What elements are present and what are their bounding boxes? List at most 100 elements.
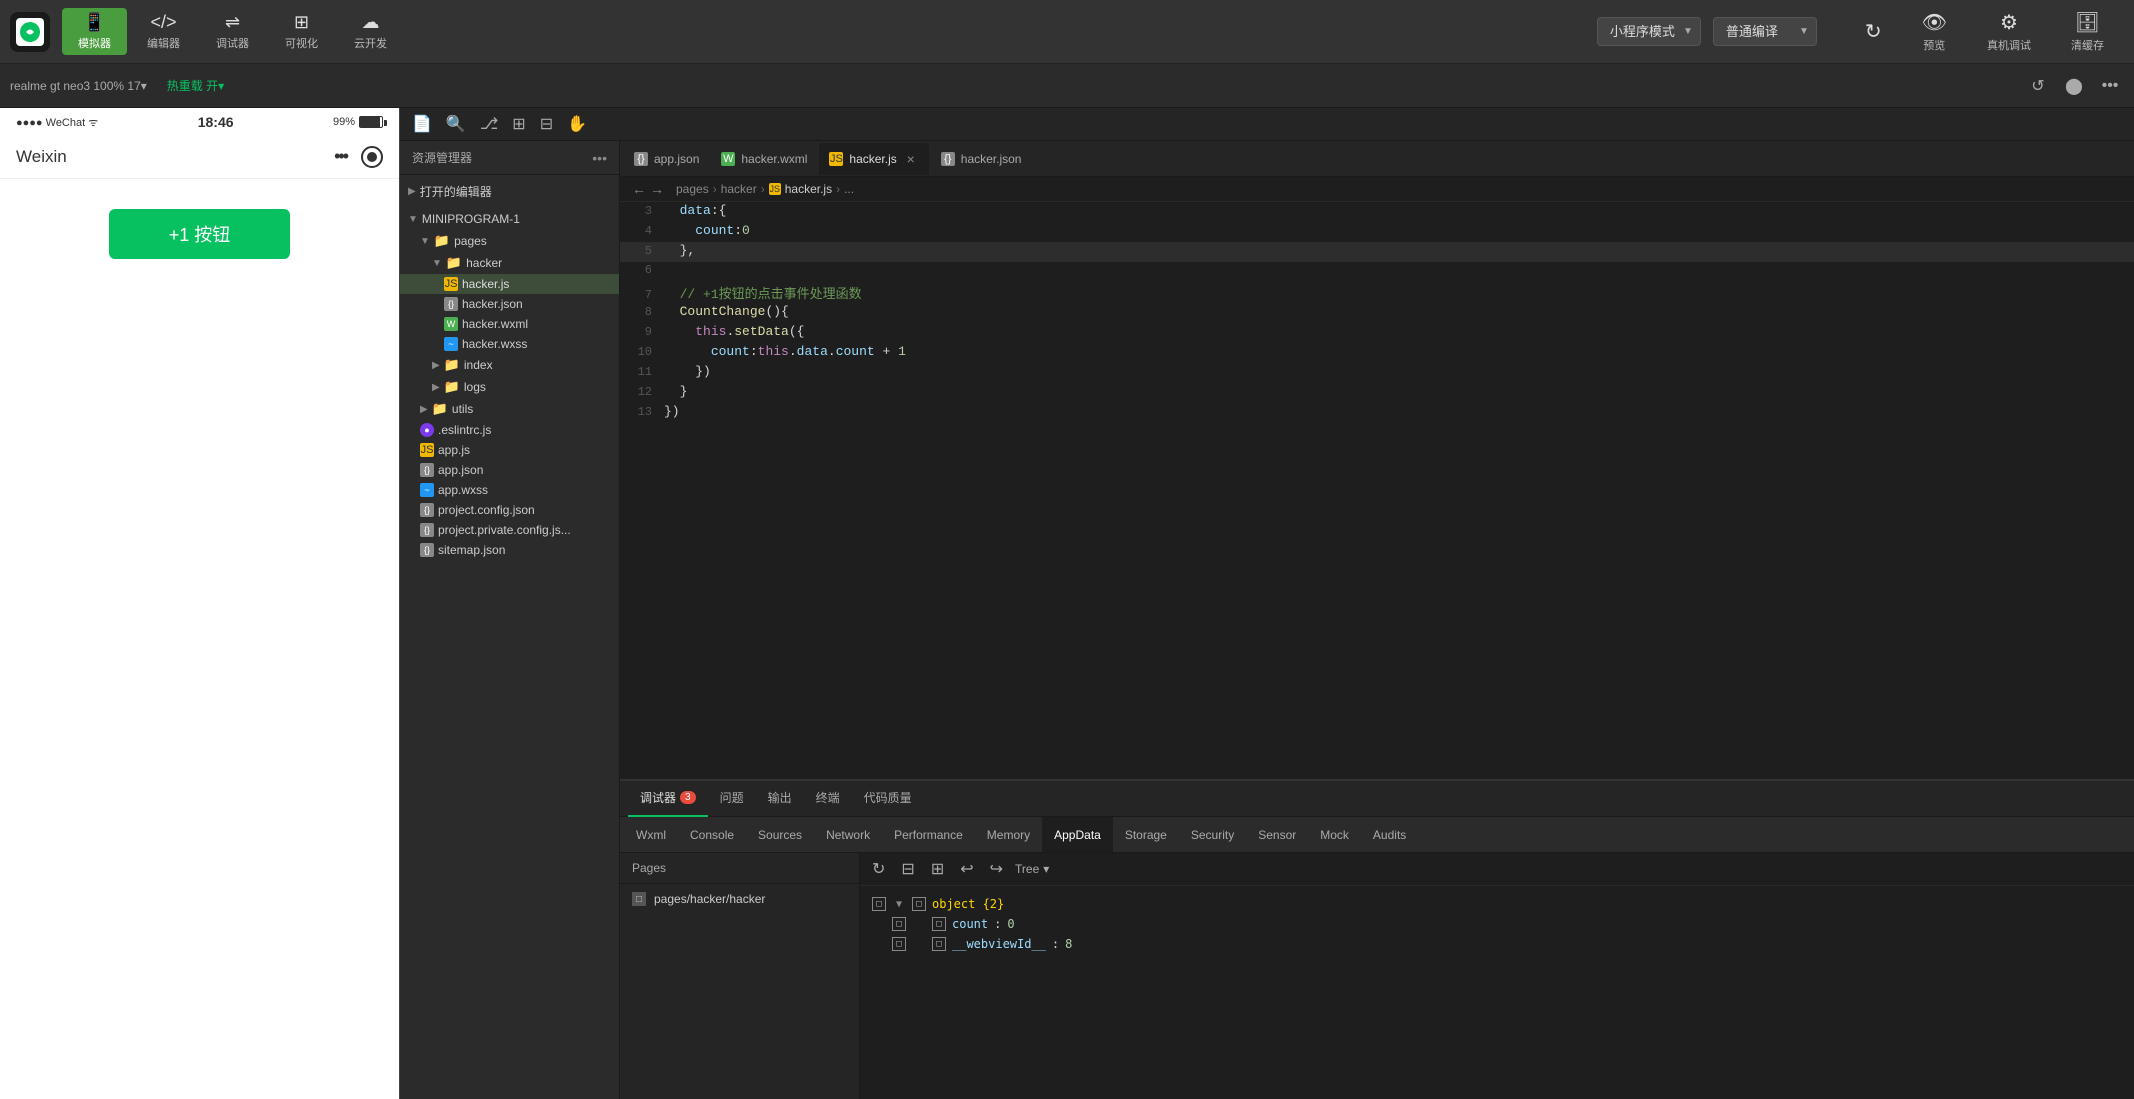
devtool-console[interactable]: Console bbox=[678, 817, 746, 853]
hot-reload[interactable]: 热重载 开▾ bbox=[167, 77, 224, 94]
drag-icon[interactable]: ✋ bbox=[563, 112, 591, 136]
refresh-btn[interactable]: ↻ bbox=[1845, 15, 1902, 48]
tab-output[interactable]: 输出 bbox=[756, 781, 804, 817]
devtool-sources[interactable]: Sources bbox=[746, 817, 814, 853]
bottom-panel: 调试器 3 问题 输出 终端 代码质量 bbox=[620, 779, 2134, 1099]
tab-code-quality[interactable]: 代码质量 bbox=[852, 781, 924, 817]
tree-count-icon: □ bbox=[932, 917, 946, 931]
cloud-btn[interactable]: ☁ 云开发 bbox=[338, 8, 403, 55]
grid-icon: ⊞ bbox=[294, 12, 309, 33]
tab-terminal-label: 终端 bbox=[816, 789, 840, 806]
app-wxss-item[interactable]: ~ app.wxss bbox=[400, 480, 619, 500]
expand-btn[interactable]: ⊞ bbox=[927, 857, 948, 881]
sitemap-label: sitemap.json bbox=[438, 543, 505, 557]
clear-cache-btn[interactable]: 🗄 清缓存 bbox=[2051, 6, 2124, 57]
redo-btn[interactable]: ↪ bbox=[986, 857, 1007, 881]
hacker-folder[interactable]: 📁 hacker bbox=[400, 252, 619, 274]
devtool-security[interactable]: Security bbox=[1179, 817, 1246, 853]
devtool-wxml[interactable]: Wxml bbox=[624, 817, 678, 853]
devtool-audits[interactable]: Audits bbox=[1361, 817, 1418, 853]
search-icon[interactable]: 🔍 bbox=[442, 112, 470, 136]
devtool-mock[interactable]: Mock bbox=[1308, 817, 1361, 853]
project-header[interactable]: MINIPROGRAM-1 bbox=[400, 208, 619, 230]
utils-folder[interactable]: 📁 utils bbox=[400, 398, 619, 420]
pages-folder[interactable]: 📁 pages bbox=[400, 230, 619, 252]
appdata-panel: ↻ ⊟ ⊞ ↩ ↪ Tree ▾ bbox=[860, 853, 2134, 1099]
opened-editors-header[interactable]: 打开的编辑器 bbox=[400, 179, 619, 204]
breadcrumb-forward-btn[interactable]: → bbox=[650, 181, 664, 197]
tab-hacker-wxml[interactable]: W hacker.wxml bbox=[711, 143, 817, 175]
hacker-js-item[interactable]: JS hacker.js bbox=[400, 274, 619, 294]
compile-selector[interactable]: 普通编译 自定义编译 bbox=[1713, 17, 1817, 46]
tab-debugger[interactable]: 调试器 3 bbox=[628, 781, 708, 817]
tab-hacker-json[interactable]: {} hacker.json bbox=[931, 143, 1032, 175]
tree-menu-btn[interactable]: ••• bbox=[592, 150, 607, 166]
tree-expand-btn[interactable]: ▼ bbox=[892, 897, 906, 911]
dots-icon: ••• bbox=[334, 146, 347, 168]
tree-webviewid-toggle[interactable]: □ bbox=[892, 937, 906, 951]
eslintrc-item[interactable]: ● .eslintrc.js bbox=[400, 420, 619, 440]
mode-selector[interactable]: 小程序模式 插件模式 bbox=[1597, 17, 1701, 46]
devtool-memory[interactable]: Memory bbox=[975, 817, 1042, 853]
tab-issues[interactable]: 问题 bbox=[708, 781, 756, 817]
app-json-item[interactable]: {} app.json bbox=[400, 460, 619, 480]
sitemap-item[interactable]: {} sitemap.json bbox=[400, 540, 619, 560]
split-icon[interactable]: ⊞ bbox=[508, 112, 529, 136]
breadcrumb-nav: ← → bbox=[632, 181, 664, 197]
second-toolbar: realme gt neo3 100% 17▾ 热重载 开▾ ↺ ⬤ ••• bbox=[0, 64, 2134, 108]
refresh-data-btn[interactable]: ↻ bbox=[868, 857, 889, 881]
simulator-btn[interactable]: 📱 模拟器 bbox=[62, 8, 127, 55]
tree-count-toggle[interactable]: □ bbox=[892, 917, 906, 931]
tab-terminal[interactable]: 终端 bbox=[804, 781, 852, 817]
editor-icon-toolbar: 📄 🔍 ⎇ ⊞ ⊟ ✋ bbox=[400, 108, 2134, 141]
devtool-sensor[interactable]: Sensor bbox=[1246, 817, 1308, 853]
app-js-item[interactable]: JS app.js bbox=[400, 440, 619, 460]
code-editor[interactable]: 3 data:{ 4 count:0 5 }, 6 bbox=[620, 202, 2134, 779]
tab-debugger-label: 调试器 bbox=[640, 789, 676, 806]
breadcrumb-hackerjs: hacker.js bbox=[785, 182, 832, 196]
hacker-wxml-item[interactable]: W hacker.wxml bbox=[400, 314, 619, 334]
index-folder[interactable]: 📁 index bbox=[400, 354, 619, 376]
tab-output-label: 输出 bbox=[768, 789, 792, 806]
tree-node-toggle[interactable]: □ bbox=[872, 897, 886, 911]
hacker-wxss-item[interactable]: ~ hacker.wxss bbox=[400, 334, 619, 354]
tab-app-json[interactable]: {} app.json bbox=[624, 143, 709, 175]
collapse-btn[interactable]: ⊟ bbox=[897, 857, 918, 881]
project-section: MINIPROGRAM-1 📁 pages 📁 hacker bbox=[400, 208, 619, 560]
tab-hacker-js[interactable]: JS hacker.js × bbox=[819, 143, 928, 175]
breadcrumb-back-btn[interactable]: ← bbox=[632, 181, 646, 197]
devtool-appdata[interactable]: AppData bbox=[1042, 817, 1113, 853]
visualize-btn[interactable]: ⊞ 可视化 bbox=[269, 8, 334, 55]
devtool-performance[interactable]: Performance bbox=[882, 817, 975, 853]
page-item-hacker[interactable]: □ pages/hacker/hacker bbox=[620, 884, 859, 914]
devtool-storage[interactable]: Storage bbox=[1113, 817, 1179, 853]
undo-btn[interactable]: ↩ bbox=[956, 857, 977, 881]
appwxss-icon: ~ bbox=[420, 483, 434, 497]
compile-select-input[interactable]: 普通编译 自定义编译 bbox=[1713, 17, 1817, 46]
editor-breadcrumb: ← → pages › hacker › JS hacker.js › ... bbox=[620, 177, 2134, 202]
refresh-second-btn[interactable]: ↺ bbox=[2024, 72, 2052, 100]
plus-one-button[interactable]: +1 按钮 bbox=[109, 209, 291, 259]
new-file-icon[interactable]: 📄 bbox=[408, 112, 436, 136]
file-tree: 资源管理器 ••• 打开的编辑器 bbox=[400, 141, 620, 1099]
more-btn[interactable]: ••• bbox=[2096, 72, 2124, 100]
stop-btn[interactable]: ⬤ bbox=[2060, 72, 2088, 100]
logs-folder[interactable]: 📁 logs bbox=[400, 376, 619, 398]
editor-btn[interactable]: </> 编辑器 bbox=[131, 8, 196, 55]
hacker-json-item[interactable]: {} hacker.json bbox=[400, 294, 619, 314]
project-private-item[interactable]: {} project.private.config.js... bbox=[400, 520, 619, 540]
project-config-item[interactable]: {} project.config.json bbox=[400, 500, 619, 520]
pages-header: Pages bbox=[620, 853, 859, 884]
source-control-icon[interactable]: ⎇ bbox=[476, 112, 502, 136]
devtool-network[interactable]: Network bbox=[814, 817, 882, 853]
debugger-btn[interactable]: ⇌ 调试器 bbox=[200, 8, 265, 55]
tab-hackerjs-close[interactable]: × bbox=[903, 151, 919, 167]
tree-select[interactable]: Tree ▾ bbox=[1015, 862, 1049, 876]
device-info[interactable]: realme gt neo3 100% 17▾ bbox=[10, 79, 147, 93]
tab-hackerjs-icon: JS bbox=[829, 152, 843, 166]
code-line-11: 11 }) bbox=[620, 363, 2134, 383]
preview-btn[interactable]: 👁 预览 bbox=[1902, 6, 1967, 57]
mode-select-input[interactable]: 小程序模式 插件模式 bbox=[1597, 17, 1701, 46]
split-h-icon[interactable]: ⊟ bbox=[536, 112, 557, 136]
real-device-btn[interactable]: ⚙ 真机调试 bbox=[1967, 6, 2051, 57]
